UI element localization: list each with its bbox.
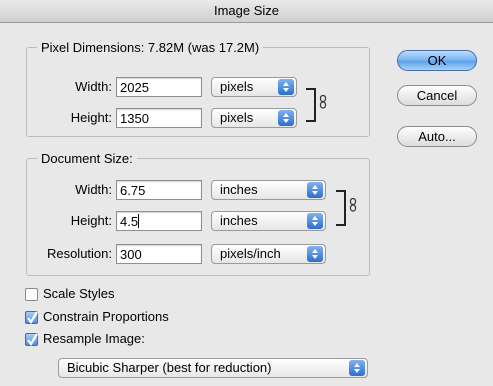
updown-arrows-icon [307, 246, 323, 262]
pixel-dimensions-title: Pixel Dimensions: 7.82M (was 17.2M) [37, 39, 264, 56]
constrain-proportions-checkbox[interactable] [25, 311, 38, 324]
scale-styles-checkbox[interactable] [25, 288, 38, 301]
doc-height-value: 4.5 [120, 214, 139, 229]
doc-width-unit-value: inches [220, 182, 258, 197]
updown-arrows-icon [278, 110, 294, 126]
scale-styles-label: Scale Styles [43, 286, 115, 301]
pixel-height-input[interactable]: 1350 [116, 108, 202, 128]
pixel-constrain-bracket [306, 88, 316, 122]
resolution-unit-value: pixels/inch [220, 246, 281, 261]
resolution-label: Resolution: [46, 246, 112, 261]
resample-method-select[interactable]: Bicubic Sharper (best for reduction) [58, 358, 368, 378]
pixel-height-unit-select[interactable]: pixels [211, 108, 297, 128]
ok-button[interactable]: OK [397, 50, 477, 71]
doc-height-unit-select[interactable]: inches [211, 211, 326, 231]
constrain-proportions-label: Constrain Proportions [43, 309, 169, 324]
updown-arrows-icon [349, 360, 365, 376]
resample-image-label: Resample Image: [43, 331, 145, 346]
pixel-width-unit-select[interactable]: pixels [211, 77, 297, 97]
pixel-height-label: Height: [70, 110, 112, 125]
doc-width-label: Width: [75, 182, 112, 197]
chain-link-icon [349, 197, 357, 215]
resolution-unit-select[interactable]: pixels/inch [211, 244, 326, 264]
doc-width-unit-select[interactable]: inches [211, 180, 326, 200]
text-caret [138, 214, 140, 228]
updown-arrows-icon [278, 79, 294, 95]
auto-button[interactable]: Auto... [397, 126, 477, 147]
resample-image-checkbox[interactable] [25, 333, 38, 346]
pixel-width-unit-value: pixels [220, 79, 254, 94]
updown-arrows-icon [307, 182, 323, 198]
pixel-height-unit-value: pixels [220, 110, 254, 125]
resolution-input[interactable]: 300 [116, 244, 202, 264]
checkmark-icon [27, 311, 38, 324]
pixel-width-label: Width: [75, 79, 112, 94]
pixel-width-input[interactable]: 2025 [116, 77, 202, 97]
window-title: Image Size [0, 0, 493, 23]
chain-link-icon [319, 94, 327, 112]
resample-method-value: Bicubic Sharper (best for reduction) [67, 360, 272, 375]
doc-height-label: Height: [70, 213, 112, 228]
checkmark-icon [27, 333, 38, 346]
document-size-title: Document Size: [37, 150, 137, 167]
cancel-button[interactable]: Cancel [397, 85, 477, 106]
updown-arrows-icon [307, 213, 323, 229]
doc-height-unit-value: inches [220, 213, 258, 228]
doc-height-input[interactable]: 4.5 [116, 211, 202, 231]
doc-width-input[interactable]: 6.75 [116, 180, 202, 200]
doc-constrain-bracket [336, 190, 346, 226]
